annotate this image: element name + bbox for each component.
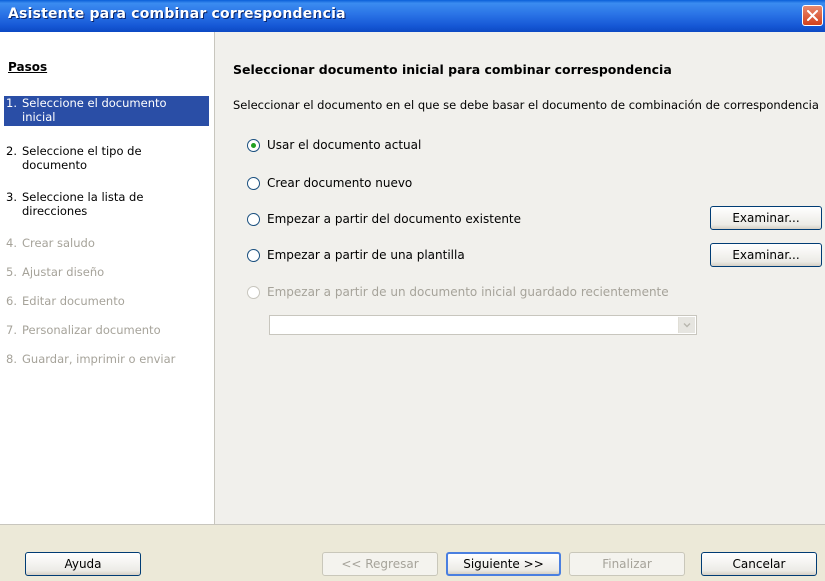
radio-button[interactable] <box>247 176 260 190</box>
next-button[interactable]: Siguiente >> <box>446 552 561 576</box>
recent-documents-combo[interactable] <box>269 315 697 335</box>
step-label: Seleccione el documento inicial <box>22 96 167 124</box>
step-label: Seleccione el tipo de documento <box>22 144 142 172</box>
step-number: 3. <box>6 190 17 204</box>
option-label: Empezar a partir de un documento inicial… <box>267 285 669 299</box>
step-number: 1. <box>6 96 17 110</box>
step-number: 6. <box>6 294 17 308</box>
step-label: Guardar, imprimir o enviar <box>22 352 176 366</box>
step-label: Editar documento <box>22 294 125 308</box>
option-label: Empezar a partir del documento existente <box>267 212 522 226</box>
step-label: Personalizar documento <box>22 323 161 337</box>
option-label: Usar el documento actual <box>267 138 422 152</box>
option-start-existing-document[interactable]: Empezar a partir del documento existente <box>247 210 521 228</box>
step-item-3[interactable]: 3. Seleccione la lista de direcciones <box>4 190 209 220</box>
chevron-down-icon <box>683 323 691 328</box>
step-item-5: 5. Ajustar diseño <box>4 265 209 281</box>
step-item-4: 4. Crear saludo <box>4 236 209 252</box>
close-icon <box>807 10 818 21</box>
help-button[interactable]: Ayuda <box>25 552 141 576</box>
option-start-recent-document: Empezar a partir de un documento inicial… <box>247 283 669 301</box>
step-item-2[interactable]: 2. Seleccione el tipo de documento <box>4 144 209 174</box>
step-item-6: 6. Editar documento <box>4 294 209 310</box>
option-use-current-document[interactable]: Usar el documento actual <box>247 136 421 154</box>
step-number: 4. <box>6 236 17 250</box>
option-start-from-template[interactable]: Empezar a partir de una plantilla <box>247 246 465 264</box>
mail-merge-wizard-window: Asistente para combinar correspondencia … <box>0 0 825 581</box>
step-number: 5. <box>6 265 17 279</box>
close-button[interactable] <box>802 5 823 26</box>
step-item-7: 7. Personalizar documento <box>4 323 209 339</box>
step-label: Ajustar diseño <box>22 265 105 279</box>
back-button: << Regresar <box>322 552 438 576</box>
option-label: Crear documento nuevo <box>267 176 413 190</box>
step-item-1[interactable]: 1. Seleccione el documento inicial <box>4 96 209 126</box>
radio-button <box>247 285 260 299</box>
page-description: Seleccionar el documento en el que se de… <box>233 98 819 112</box>
finish-button: Finalizar <box>569 552 685 576</box>
option-create-new-document[interactable]: Crear documento nuevo <box>247 174 412 192</box>
step-label: Seleccione la lista de direcciones <box>22 190 144 218</box>
combo-dropdown-button[interactable] <box>678 317 695 333</box>
steps-title: Pasos <box>8 60 48 74</box>
main-panel: Seleccionar documento inicial para combi… <box>215 32 825 524</box>
steps-sidebar: Pasos 1. Seleccione el documento inicial… <box>0 32 215 524</box>
wizard-footer: Ayuda << Regresar Siguiente >> Finalizar… <box>0 524 825 581</box>
step-label: Crear saludo <box>22 236 95 250</box>
radio-button[interactable] <box>247 212 260 226</box>
radio-button[interactable] <box>247 138 260 152</box>
page-title: Seleccionar documento inicial para combi… <box>233 62 672 77</box>
title-bar[interactable]: Asistente para combinar correspondencia <box>0 0 825 32</box>
step-number: 7. <box>6 323 17 337</box>
browse-template-button[interactable]: Examinar... <box>710 243 822 267</box>
radio-button[interactable] <box>247 248 260 262</box>
browse-existing-button[interactable]: Examinar... <box>710 206 822 230</box>
step-item-8: 8. Guardar, imprimir o enviar <box>4 352 209 368</box>
option-label: Empezar a partir de una plantilla <box>267 248 465 262</box>
window-title: Asistente para combinar correspondencia <box>8 6 346 22</box>
step-number: 8. <box>6 352 17 366</box>
cancel-button[interactable]: Cancelar <box>701 552 817 576</box>
step-number: 2. <box>6 144 17 158</box>
